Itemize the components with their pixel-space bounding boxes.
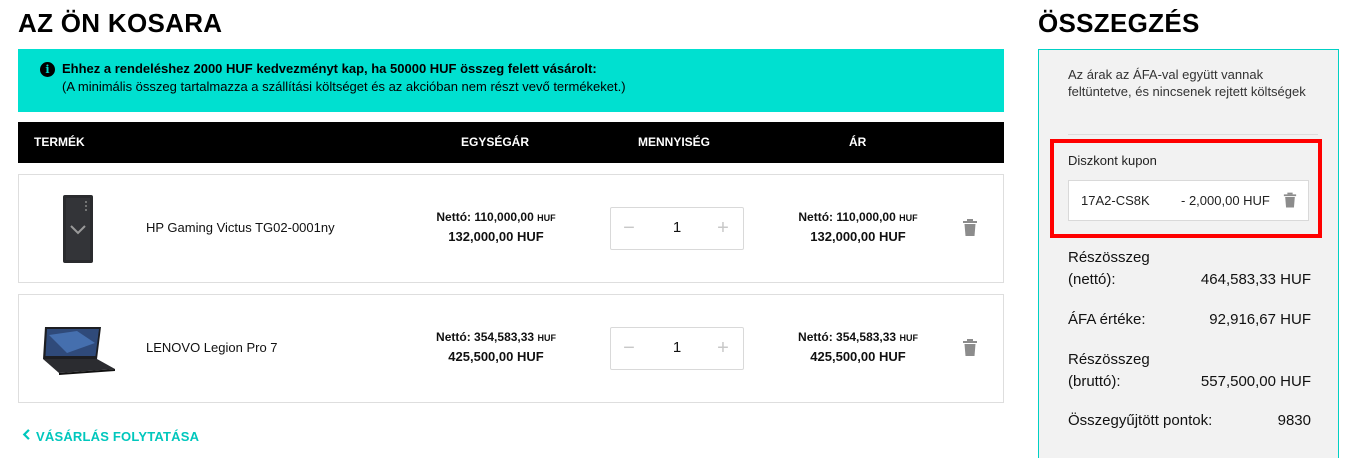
quantity-input[interactable]: 1	[655, 339, 699, 356]
column-price: ÁR	[849, 135, 867, 149]
price-note: Az árak az ÁFA-val együtt vannak feltünt…	[1068, 67, 1306, 99]
quantity-decrease-button[interactable]: −	[619, 217, 639, 240]
total-net-price: Nettó: 110,000,00	[798, 210, 896, 224]
quantity-stepper: − 1 +	[610, 207, 744, 250]
subtotal-gross-label: Részösszeg (bruttó):	[1068, 351, 1150, 390]
cart-table-header: TERMÉK EGYSÉGÁR MENNYISÉG ÁR	[18, 122, 1004, 163]
unit-gross-price: 132,000,00 HUF	[448, 229, 544, 244]
unit-net-price: Nettó: 354,583,33	[436, 330, 535, 344]
unit-gross-price: 425,500,00 HUF	[448, 349, 544, 364]
summary-title: ÖSSZEGZÉS	[1038, 8, 1200, 38]
column-quantity: MENNYISÉG	[638, 135, 711, 149]
cart-item-row: LENOVO Legion Pro 7 Nettó: 354,583,33 HU…	[18, 294, 1004, 403]
column-unit-price: EGYSÉGÁR	[461, 135, 530, 149]
info-icon: i	[40, 62, 55, 77]
total-price: Nettó: 110,000,00 HUF 132,000,00 HUF	[783, 209, 933, 247]
quantity-stepper: − 1 +	[610, 327, 744, 370]
unit-price: Nettó: 110,000,00 HUF 132,000,00 HUF	[421, 209, 571, 247]
cart-title: AZ ÖN KOSARA	[18, 8, 223, 38]
currency-small: HUF	[537, 333, 556, 343]
vat-value: 92,916,67 HUF	[1209, 311, 1311, 328]
banner-line-2: (A minimális összeg tartalmazza a szállí…	[62, 79, 626, 94]
coupon-discount: - 2,000,00 HUF	[1181, 193, 1270, 208]
product-name[interactable]: HP Gaming Victus TG02-0001ny	[146, 220, 335, 235]
quantity-input[interactable]: 1	[655, 219, 699, 236]
vat-label: ÁFA értéke:	[1068, 311, 1146, 328]
desktop-pc-image[interactable]	[37, 193, 117, 265]
subtotal-net-row: Részösszeg (nettó): 464,583,33 HUF	[1068, 247, 1311, 291]
coupon-label: Diszkont kupon	[1068, 153, 1157, 168]
subtotal-net-label: Részösszeg (nettó):	[1068, 249, 1150, 288]
chevron-left-icon	[22, 429, 30, 440]
total-gross-price: 132,000,00 HUF	[810, 229, 906, 244]
quantity-decrease-button[interactable]: −	[619, 337, 639, 360]
trash-icon[interactable]	[962, 339, 978, 357]
product-name[interactable]: LENOVO Legion Pro 7	[146, 340, 278, 355]
vat-row: ÁFA értéke: 92,916,67 HUF	[1068, 309, 1311, 331]
discount-info-banner: i Ehhez a rendeléshez 2000 HUF kedvezmén…	[18, 49, 1004, 112]
laptop-image[interactable]	[37, 313, 117, 385]
total-net-price: Nettó: 354,583,33	[798, 330, 897, 344]
subtotal-gross-value: 557,500,00 HUF	[1200, 373, 1311, 390]
trash-icon[interactable]	[962, 219, 978, 237]
cart-item-row: HP Gaming Victus TG02-0001ny Nettó: 110,…	[18, 174, 1004, 283]
quantity-increase-button[interactable]: +	[713, 217, 733, 240]
quantity-increase-button[interactable]: +	[713, 337, 733, 360]
column-product: TERMÉK	[34, 135, 85, 149]
unit-net-price: Nettó: 110,000,00	[436, 210, 534, 224]
summary-panel: Az árak az ÁFA-val együtt vannak feltünt…	[1038, 49, 1339, 458]
applied-coupon: 17A2-CS8K - 2,000,00 HUF	[1068, 180, 1309, 221]
points-row: Összegyűjtött pontok: 9830	[1068, 410, 1311, 432]
banner-line-1: Ehhez a rendeléshez 2000 HUF kedvezményt…	[62, 61, 597, 76]
divider	[1068, 134, 1318, 135]
currency-small: HUF	[899, 213, 918, 223]
continue-shopping-label: VÁSÁRLÁS FOLYTATÁSA	[36, 429, 200, 444]
points-label: Összegyűjtött pontok:	[1068, 412, 1213, 429]
subtotal-net-value: 464,583,33 HUF	[1200, 271, 1311, 288]
currency-small: HUF	[537, 213, 556, 223]
coupon-code: 17A2-CS8K	[1081, 193, 1150, 208]
total-gross-price: 425,500,00 HUF	[810, 349, 906, 364]
total-price: Nettó: 354,583,33 HUF 425,500,00 HUF	[783, 329, 933, 367]
subtotal-gross-row: Részösszeg (bruttó): 557,500,00 HUF	[1068, 349, 1311, 393]
continue-shopping-link[interactable]: VÁSÁRLÁS FOLYTATÁSA	[20, 428, 199, 444]
currency-small: HUF	[899, 333, 918, 343]
points-value: 9830	[1277, 412, 1311, 429]
trash-icon[interactable]	[1283, 192, 1297, 209]
unit-price: Nettó: 354,583,33 HUF 425,500,00 HUF	[421, 329, 571, 367]
